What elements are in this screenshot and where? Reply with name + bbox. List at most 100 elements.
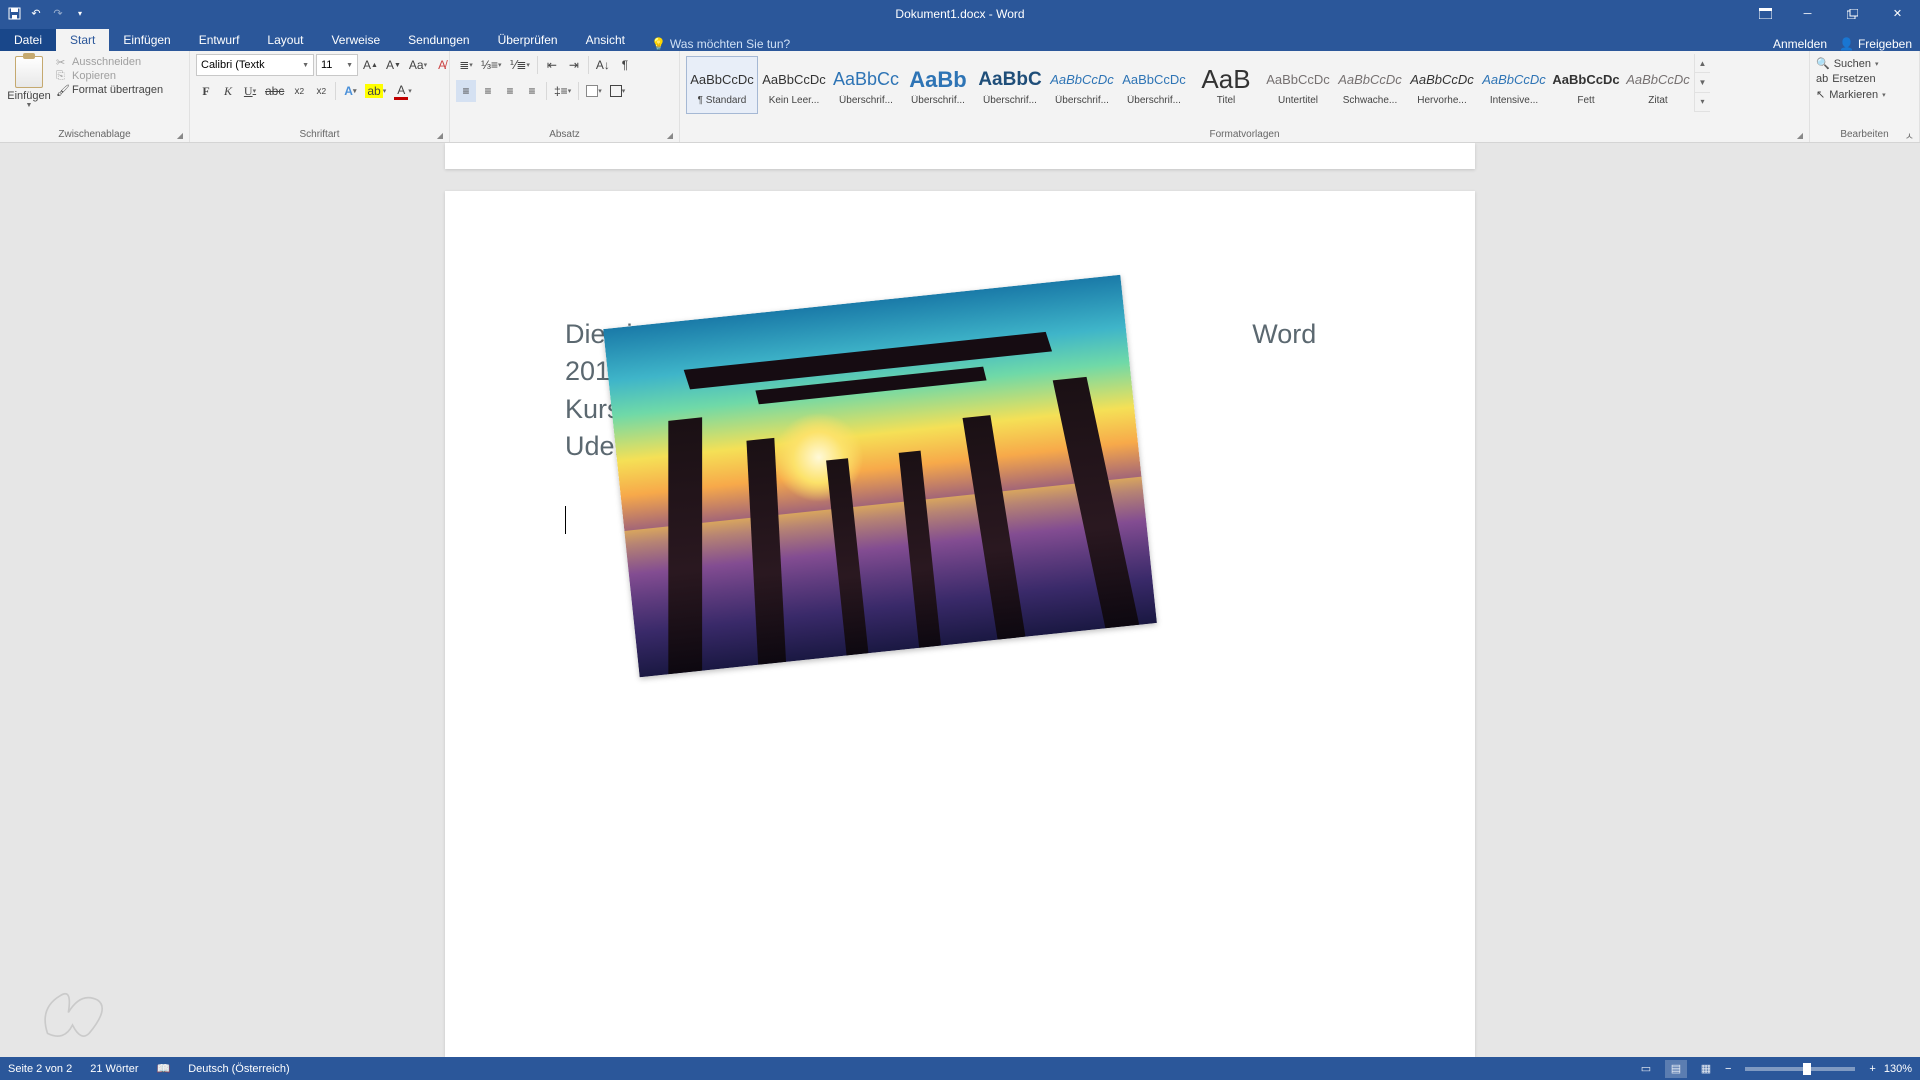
style-item[interactable]: AaBbCcDcKein Leer... <box>758 56 830 114</box>
status-language[interactable]: Deutsch (Österreich) <box>188 1063 289 1075</box>
tab-layout[interactable]: Layout <box>253 29 317 51</box>
inserted-image[interactable] <box>603 275 1157 677</box>
font-launcher-icon[interactable]: ◢ <box>437 131 443 140</box>
change-case-button[interactable]: Aa▾ <box>406 54 430 76</box>
zoom-slider[interactable] <box>1745 1067 1855 1071</box>
underline-button[interactable]: U▾ <box>240 80 260 102</box>
tab-mailings[interactable]: Sendungen <box>394 29 483 51</box>
status-words[interactable]: 21 Wörter <box>90 1063 138 1075</box>
tab-references[interactable]: Verweise <box>317 29 394 51</box>
group-styles: AaBbCcDc¶ StandardAaBbCcDcKein Leer...Aa… <box>680 51 1810 142</box>
zoom-in-button[interactable]: + <box>1869 1063 1875 1075</box>
ribbon-display-options-icon[interactable] <box>1750 0 1780 27</box>
print-layout-button[interactable]: ▤ <box>1665 1060 1687 1078</box>
format-painter-button[interactable]: 🖌Format übertragen <box>56 84 163 96</box>
tell-me-search[interactable]: 💡 Was möchten Sie tun? <box>651 37 790 51</box>
subscript-button[interactable]: x2 <box>289 80 309 102</box>
paste-icon <box>15 56 43 88</box>
shrink-font-button[interactable]: A▼ <box>383 54 404 76</box>
gallery-down-icon[interactable]: ▼ <box>1695 73 1710 92</box>
style-item[interactable]: AaBbCcÜberschrif... <box>830 56 902 114</box>
line-spacing-button[interactable]: ‡≡▾ <box>551 80 574 102</box>
grow-font-button[interactable]: A▲ <box>360 54 381 76</box>
numbering-button[interactable]: ⅓≡▾ <box>478 54 505 76</box>
align-justify-button[interactable]: ≡ <box>522 80 542 102</box>
bold-button[interactable]: F <box>196 80 216 102</box>
style-item[interactable]: AaBbCcDcFett <box>1550 56 1622 114</box>
bullets-button[interactable]: ≣▾ <box>456 54 476 76</box>
select-button[interactable]: ↖Markieren▾ <box>1816 88 1886 101</box>
replace-button[interactable]: abErsetzen <box>1816 73 1886 85</box>
style-item[interactable]: AaBbCÜberschrif... <box>974 56 1046 114</box>
font-size-combo[interactable]: 11▼ <box>316 54 358 76</box>
tab-start[interactable]: Start <box>56 29 109 51</box>
style-item[interactable]: AaBbCcDcHervorhe... <box>1406 56 1478 114</box>
shading-button[interactable]: ▾ <box>583 80 605 102</box>
borders-button[interactable]: ▾ <box>607 80 629 102</box>
tell-me-placeholder: Was möchten Sie tun? <box>670 37 790 51</box>
styles-launcher-icon[interactable]: ◢ <box>1797 131 1803 140</box>
zoom-out-button[interactable]: − <box>1725 1063 1731 1075</box>
superscript-button[interactable]: x2 <box>311 80 331 102</box>
group-editing: 🔍Suchen▾ abErsetzen ↖Markieren▾ Bearbeit… <box>1810 51 1920 142</box>
align-center-button[interactable]: ≡ <box>478 80 498 102</box>
font-name-combo[interactable]: Calibri (Textk▼ <box>196 54 314 76</box>
styles-gallery[interactable]: AaBbCcDc¶ StandardAaBbCcDcKein Leer...Aa… <box>686 54 1694 116</box>
italic-button[interactable]: K <box>218 80 238 102</box>
lightbulb-icon: 💡 <box>651 37 666 51</box>
tab-file[interactable]: Datei <box>0 29 56 51</box>
undo-icon[interactable]: ↶ <box>28 6 44 22</box>
sort-button[interactable]: A↓ <box>593 54 613 76</box>
strikethrough-button[interactable]: abc <box>262 80 287 102</box>
save-icon[interactable] <box>6 6 22 22</box>
maximize-button[interactable] <box>1830 0 1875 27</box>
style-item[interactable]: AaBbCcDcZitat <box>1622 56 1694 114</box>
tab-view[interactable]: Ansicht <box>572 29 639 51</box>
status-page[interactable]: Seite 2 von 2 <box>8 1063 72 1075</box>
read-mode-button[interactable]: ▭ <box>1635 1060 1657 1078</box>
zoom-level[interactable]: 130% <box>1884 1063 1912 1075</box>
align-right-button[interactable]: ≡ <box>500 80 520 102</box>
gallery-up-icon[interactable]: ▲ <box>1695 54 1710 73</box>
title-bar: ↶ ↷ ▾ Dokument1.docx - Word ─ ✕ <box>0 0 1920 27</box>
tab-insert[interactable]: Einfügen <box>109 29 184 51</box>
status-proofing-icon[interactable]: 📖 <box>157 1062 171 1075</box>
share-button[interactable]: 👤 Freigeben <box>1839 37 1912 51</box>
font-color-button[interactable]: A▾ <box>391 80 415 102</box>
style-item[interactable]: AaBbCcDc¶ Standard <box>686 56 758 114</box>
clipboard-launcher-icon[interactable]: ◢ <box>177 131 183 140</box>
minimize-button[interactable]: ─ <box>1785 0 1830 27</box>
document-page[interactable]: Dies ist der Word 2016 Kurs auf Udemy <box>445 191 1475 1057</box>
style-item[interactable]: AaBbCcDcÜberschrif... <box>1118 56 1190 114</box>
collapse-ribbon-icon[interactable]: ㅅ <box>1905 128 1914 143</box>
increase-indent-button[interactable]: ⇥ <box>564 54 584 76</box>
decrease-indent-button[interactable]: ⇤ <box>542 54 562 76</box>
paragraph-launcher-icon[interactable]: ◢ <box>667 131 673 140</box>
gallery-more-icon[interactable]: ▾ <box>1695 93 1710 112</box>
align-left-button[interactable]: ≡ <box>456 80 476 102</box>
copy-button[interactable]: ⎘Kopieren <box>56 70 163 82</box>
web-layout-button[interactable]: ▦ <box>1695 1060 1717 1078</box>
style-item[interactable]: AaBbCcDcUntertitel <box>1262 56 1334 114</box>
redo-icon[interactable]: ↷ <box>50 6 66 22</box>
paste-button[interactable]: Einfügen ▼ <box>6 54 52 109</box>
close-button[interactable]: ✕ <box>1875 0 1920 27</box>
signin-link[interactable]: Anmelden <box>1773 37 1827 51</box>
previous-page-edge <box>445 143 1475 169</box>
text-cursor <box>565 506 566 534</box>
show-marks-button[interactable]: ¶ <box>615 54 635 76</box>
style-item[interactable]: AaBTitel <box>1190 56 1262 114</box>
tab-review[interactable]: Überprüfen <box>484 29 572 51</box>
highlight-button[interactable]: ab▾ <box>362 80 389 102</box>
qat-customize-icon[interactable]: ▾ <box>72 6 88 22</box>
style-item[interactable]: AaBbÜberschrif... <box>902 56 974 114</box>
multilevel-button[interactable]: ⅟≣▾ <box>507 54 533 76</box>
style-item[interactable]: AaBbCcDcÜberschrif... <box>1046 56 1118 114</box>
find-button[interactable]: 🔍Suchen▾ <box>1816 57 1886 70</box>
tab-design[interactable]: Entwurf <box>185 29 254 51</box>
text-effects-button[interactable]: A▾ <box>340 80 360 102</box>
style-item[interactable]: AaBbCcDcIntensive... <box>1478 56 1550 114</box>
cut-button[interactable]: ✂Ausschneiden <box>56 56 163 68</box>
style-item[interactable]: AaBbCcDcSchwache... <box>1334 56 1406 114</box>
document-area[interactable]: Dies ist der Word 2016 Kurs auf Udemy <box>0 143 1920 1057</box>
